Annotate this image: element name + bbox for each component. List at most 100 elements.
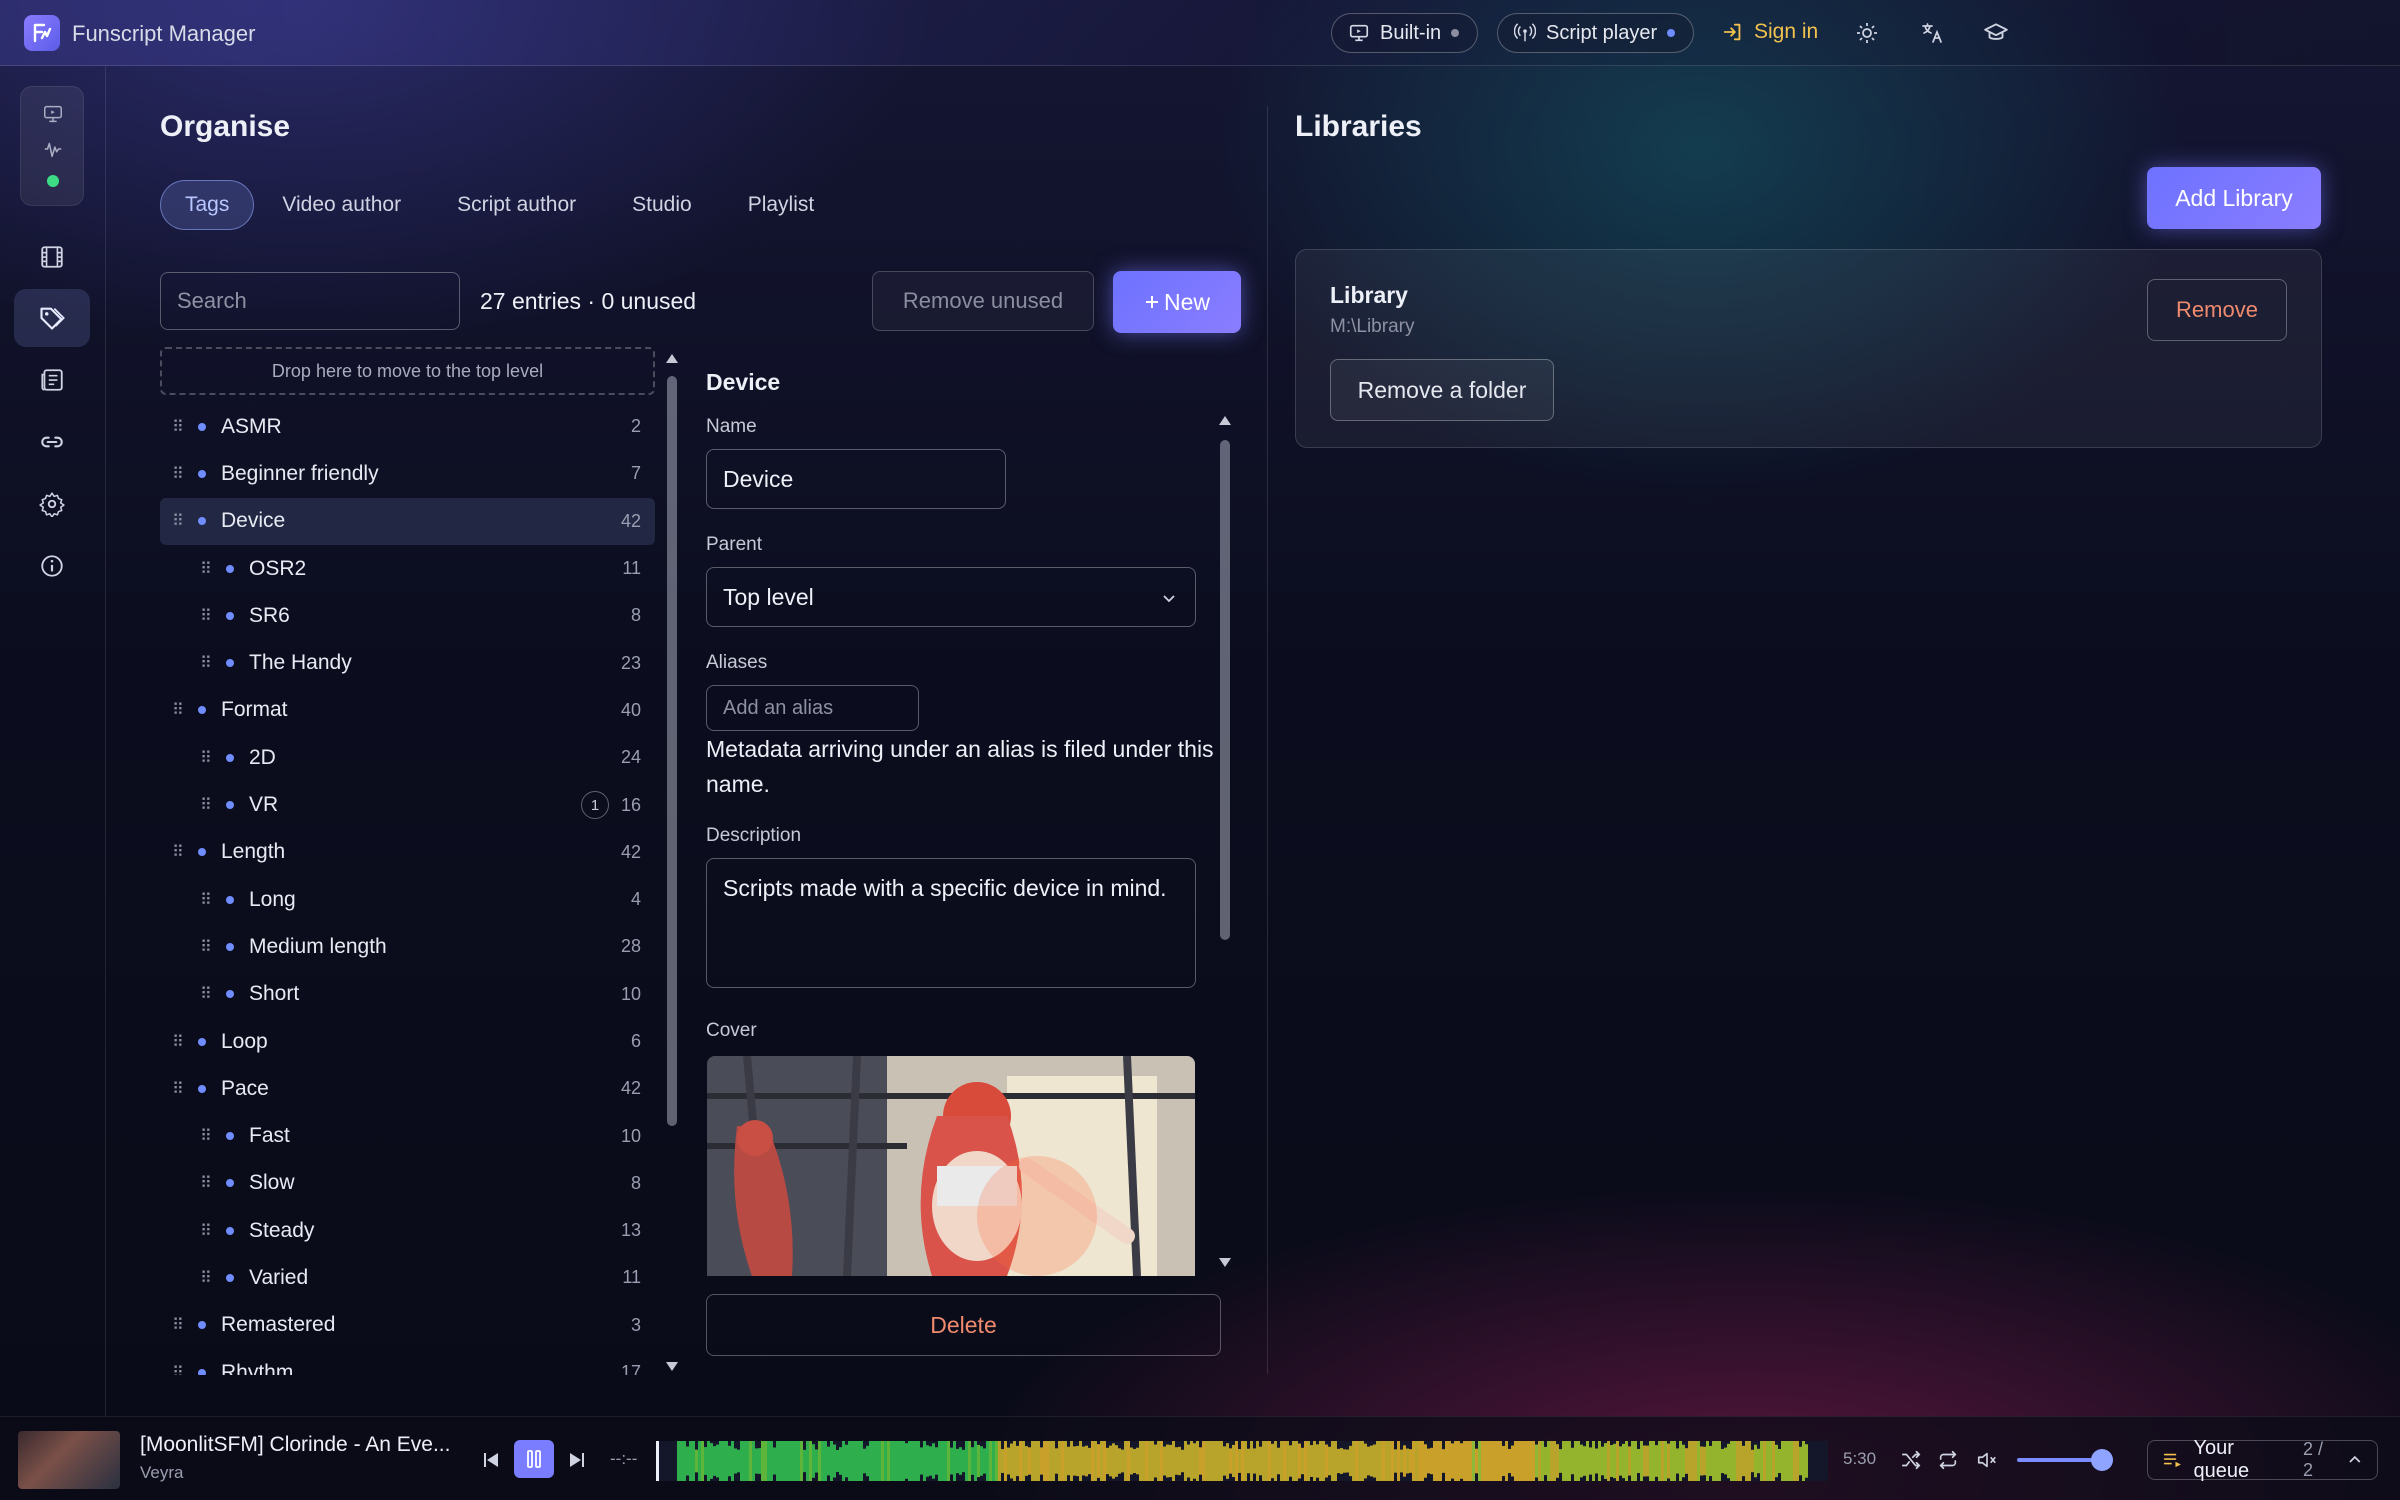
drag-handle-icon[interactable]: ⠿ (172, 511, 184, 531)
tree-row[interactable]: ⠿ Steady 13 (160, 1207, 655, 1254)
tree-row[interactable]: ⠿ Pace 42 (160, 1065, 655, 1112)
drag-handle-icon[interactable]: ⠿ (172, 842, 184, 862)
connection-status-panel[interactable] (20, 86, 84, 206)
add-library-button[interactable]: Add Library (2147, 167, 2321, 229)
drag-handle-icon[interactable]: ⠿ (200, 1221, 212, 1241)
language-translate-icon[interactable] (1917, 18, 1947, 48)
delete-tag-button[interactable]: Delete (706, 1294, 1221, 1356)
script-player-button[interactable]: Script player (1497, 13, 1695, 53)
scroll-down-arrow-icon[interactable] (666, 1362, 678, 1371)
tree-row[interactable]: ⠿ Device 42 (160, 497, 655, 545)
drag-handle-icon[interactable]: ⠿ (172, 1363, 184, 1375)
tag-tree-scroll-thumb[interactable] (667, 376, 677, 1126)
tree-row[interactable]: ⠿ Format 40 (160, 687, 655, 734)
tab-script-author[interactable]: Script author (429, 180, 604, 230)
sidebar-item-links[interactable] (14, 413, 90, 471)
drag-handle-icon[interactable]: ⠿ (200, 1173, 212, 1193)
drag-handle-icon[interactable]: ⠿ (172, 700, 184, 720)
heatmap-segment (914, 1441, 917, 1481)
tab-playlist[interactable]: Playlist (720, 180, 843, 230)
volume-slider-knob[interactable] (2091, 1449, 2113, 1471)
track-title[interactable]: [MoonlitSFM] Clorinde - An Eve... (140, 1433, 460, 1457)
tree-row[interactable]: ⠿ Slow 8 (160, 1160, 655, 1207)
tree-row[interactable]: ⠿ The Handy 23 (160, 639, 655, 686)
sign-in-button[interactable]: Sign in (1722, 20, 1818, 44)
tag-tree-scrollbar[interactable] (665, 352, 679, 1376)
tree-row[interactable]: ⠿ ASMR 2 (160, 403, 655, 450)
tag-label: VR (249, 793, 279, 817)
drag-handle-icon[interactable]: ⠿ (172, 1079, 184, 1099)
detail-scroll-down-arrow-icon[interactable] (1219, 1258, 1231, 1267)
drag-handle-icon[interactable]: ⠿ (200, 606, 212, 626)
tab-video-author[interactable]: Video author (254, 180, 429, 230)
queue-button[interactable]: Your queue 2 / 2 (2147, 1437, 2378, 1482)
remove-unused-button[interactable]: Remove unused (872, 271, 1094, 331)
remove-folder-button[interactable]: Remove a folder (1330, 359, 1554, 421)
sidebar-item-organise[interactable] (14, 289, 90, 347)
mute-button[interactable] (1970, 1443, 2004, 1477)
drag-handle-icon[interactable]: ⠿ (200, 559, 212, 579)
drag-handle-icon[interactable]: ⠿ (200, 653, 212, 673)
tree-row[interactable]: ⠿ Rhythm 17 (160, 1349, 655, 1375)
tree-row[interactable]: ⠿ Varied 11 (160, 1254, 655, 1301)
tree-row[interactable]: ⠿ Fast 10 (160, 1112, 655, 1159)
tree-row[interactable]: ⠿ Length 42 (160, 829, 655, 876)
parent-select[interactable]: Top level (706, 567, 1196, 627)
scroll-up-arrow-icon[interactable] (666, 354, 678, 363)
heatmap-segment (1460, 1443, 1463, 1479)
drag-handle-icon[interactable]: ⠿ (172, 464, 184, 484)
shuffle-button[interactable] (1894, 1443, 1928, 1477)
sidebar-item-news[interactable] (14, 351, 90, 409)
repeat-button[interactable] (1931, 1443, 1965, 1477)
tab-tags[interactable]: Tags (160, 180, 255, 230)
alias-input[interactable] (706, 685, 919, 731)
detail-scroll-thumb[interactable] (1220, 440, 1230, 940)
tree-row[interactable]: ⠿ OSR2 11 (160, 545, 655, 592)
drag-handle-icon[interactable]: ⠿ (172, 1032, 184, 1052)
drag-handle-icon[interactable]: ⠿ (200, 748, 212, 768)
search-input[interactable] (160, 272, 460, 330)
script-heatmap-seekbar[interactable] (656, 1441, 1828, 1481)
sidebar-item-settings[interactable] (14, 475, 90, 533)
tree-row[interactable]: ⠿ Loop 6 (160, 1018, 655, 1065)
new-tag-button[interactable]: New (1113, 271, 1241, 333)
drag-handle-icon[interactable]: ⠿ (200, 1126, 212, 1146)
tree-row[interactable]: ⠿ 2D 24 (160, 734, 655, 781)
volume-slider-track[interactable] (2017, 1458, 2102, 1462)
drag-handle-icon[interactable]: ⠿ (200, 1268, 212, 1288)
tutorial-graduation-cap-icon[interactable] (1981, 18, 2011, 48)
drag-handle-icon[interactable]: ⠿ (200, 937, 212, 957)
cover-image[interactable] (707, 1056, 1195, 1276)
tag-label: Rhythm (221, 1360, 294, 1375)
name-field[interactable] (706, 449, 1006, 509)
drag-handle-icon[interactable]: ⠿ (200, 890, 212, 910)
tree-row[interactable]: ⠿ Beginner friendly 7 (160, 450, 655, 497)
drop-zone-top-level[interactable]: Drop here to move to the top level (160, 347, 655, 395)
remove-library-button[interactable]: Remove (2147, 279, 2287, 341)
detail-scroll-up-arrow-icon[interactable] (1219, 416, 1231, 425)
sidebar-item-videos[interactable] (14, 228, 90, 286)
tree-row[interactable]: ⠿ SR6 8 (160, 592, 655, 639)
drag-handle-icon[interactable]: ⠿ (172, 417, 184, 437)
tree-row[interactable]: ⠿ Short 10 (160, 971, 655, 1018)
detail-scrollbar[interactable] (1218, 414, 1232, 1274)
heatmap-segment (1616, 1441, 1619, 1481)
drag-handle-icon[interactable]: ⠿ (172, 1315, 184, 1335)
description-field[interactable]: Scripts made with a specific device in m… (706, 858, 1196, 988)
previous-track-button[interactable] (474, 1443, 508, 1477)
tree-row[interactable]: ⠿ Remastered 3 (160, 1302, 655, 1349)
track-thumbnail[interactable] (18, 1431, 120, 1489)
theme-toggle-sun-icon[interactable] (1852, 18, 1882, 48)
drag-handle-icon[interactable]: ⠿ (200, 984, 212, 1004)
pause-button[interactable] (514, 1440, 554, 1478)
heatmap-segment (1415, 1441, 1418, 1481)
next-track-button[interactable] (560, 1443, 594, 1477)
sidebar-item-about[interactable] (14, 537, 90, 595)
tree-row[interactable]: ⠿ Medium length 28 (160, 923, 655, 970)
tab-studio[interactable]: Studio (604, 180, 720, 230)
built-in-device-button[interactable]: Built-in (1331, 13, 1479, 53)
tree-row[interactable]: ⠿ VR 16 1 (160, 781, 655, 828)
heatmap-segment (1208, 1441, 1211, 1481)
drag-handle-icon[interactable]: ⠿ (200, 795, 212, 815)
tree-row[interactable]: ⠿ Long 4 (160, 876, 655, 923)
